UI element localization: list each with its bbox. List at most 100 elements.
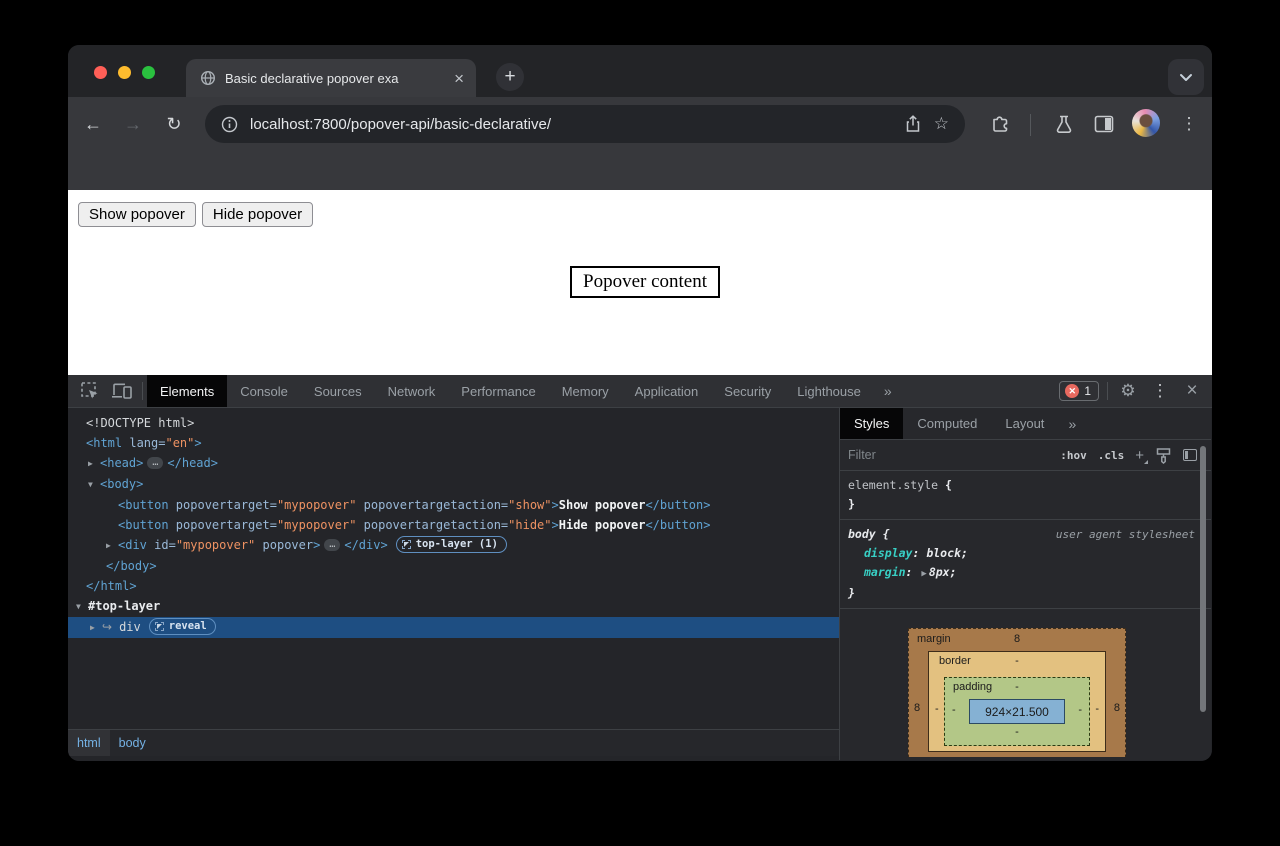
tab-memory[interactable]: Memory: [549, 375, 622, 407]
breadcrumb-html[interactable]: html: [68, 730, 110, 756]
site-info-icon[interactable]: [221, 116, 238, 133]
styles-filter-input[interactable]: Filter: [848, 448, 1049, 462]
dom-tree-line[interactable]: </body>: [68, 556, 839, 576]
tab-performance[interactable]: Performance: [448, 375, 548, 407]
devtools-toolbar: ElementsConsoleSourcesNetworkPerformance…: [68, 375, 1212, 408]
top-layer-badge[interactable]: top-layer (1): [396, 536, 507, 553]
inspect-element-icon[interactable]: [74, 375, 106, 407]
expand-property-icon[interactable]: ▶: [921, 569, 926, 579]
styles-tab-styles[interactable]: Styles: [840, 408, 903, 439]
dom-code-segment: id=: [147, 538, 176, 552]
page-buttons: Show popoverHide popover: [78, 202, 313, 227]
devtools-settings-icon[interactable]: ⚙: [1112, 375, 1144, 407]
style-rule-body[interactable]: user agent stylesheet body { display: bl…: [840, 520, 1211, 609]
collapse-arrow-icon[interactable]: ▼: [88, 475, 100, 495]
css-property[interactable]: display: block;: [848, 544, 1195, 563]
reveal-badge[interactable]: reveal: [149, 618, 216, 635]
tab-security[interactable]: Security: [711, 375, 784, 407]
dom-code-segment: "en": [165, 436, 194, 450]
more-panels-icon[interactable]: »: [874, 375, 902, 407]
console-error-badge[interactable]: ✕ 1: [1059, 381, 1099, 401]
rendering-brush-icon[interactable]: [1155, 447, 1172, 464]
dom-code-segment: "mypopover": [277, 498, 356, 512]
toggle-hover-state[interactable]: :hov: [1060, 449, 1087, 462]
collapsed-children-icon[interactable]: …: [147, 457, 163, 469]
share-icon[interactable]: [904, 114, 922, 134]
elements-tree-pane: <!DOCTYPE html><html lang="en">▶<head>…<…: [68, 408, 839, 760]
dom-tree-line[interactable]: ▶<div id="mypopover" popover>…</div>top-…: [68, 535, 839, 556]
dom-tree-line[interactable]: ▼<body>: [68, 474, 839, 495]
new-style-rule-icon[interactable]: +: [1135, 448, 1144, 463]
dom-tree-line[interactable]: <!DOCTYPE html>: [68, 413, 839, 433]
expand-arrow-icon[interactable]: ▶: [106, 536, 118, 556]
dom-tree-line[interactable]: ▶↪divreveal: [68, 617, 839, 638]
browser-toolbar: ← → ↻ localhost:7800/popover-api/basic-d…: [68, 97, 1212, 190]
tab-lighthouse[interactable]: Lighthouse: [784, 375, 874, 407]
tab-elements[interactable]: Elements: [147, 375, 227, 407]
url-text[interactable]: localhost:7800/popover-api/basic-declara…: [250, 116, 892, 133]
dom-code-segment: Show popover: [559, 498, 646, 512]
dom-tree-line[interactable]: <button popovertarget="mypopover" popove…: [68, 515, 839, 535]
tab-close-icon[interactable]: ×: [454, 70, 464, 87]
box-model-padding[interactable]: padding - - - - 924×21.500: [944, 677, 1090, 746]
tab-network[interactable]: Network: [375, 375, 449, 407]
show-popover-button[interactable]: Show popover: [78, 202, 196, 227]
dom-code-segment: <div: [118, 538, 147, 552]
collapse-arrow-icon[interactable]: ▼: [76, 597, 88, 617]
collapsed-children-icon[interactable]: …: [324, 539, 340, 551]
box-model-border[interactable]: border - - - padding - - - - 924×21.500: [928, 651, 1106, 752]
browser-menu-icon[interactable]: ⋮: [1176, 111, 1202, 137]
styles-sidebar: StylesComputedLayout» Filter :hov .cls +…: [839, 408, 1211, 760]
new-tab-button[interactable]: +: [496, 63, 524, 91]
dom-tree-line[interactable]: <button popovertarget="mypopover" popove…: [68, 495, 839, 515]
dom-code-segment: "show": [508, 498, 551, 512]
devtools-close-icon[interactable]: ×: [1176, 375, 1208, 407]
minimize-window-button[interactable]: [118, 66, 131, 79]
forward-button[interactable]: →: [120, 111, 146, 137]
toolbar-divider: [1030, 114, 1031, 136]
styles-tab-layout[interactable]: Layout: [991, 408, 1058, 439]
computed-sidebar-toggle-icon[interactable]: [1183, 449, 1197, 461]
tab-sources[interactable]: Sources: [301, 375, 375, 407]
devtools-menu-icon[interactable]: ⋮: [1144, 375, 1176, 407]
dom-tree-line[interactable]: ▼#top-layer: [68, 596, 839, 617]
extensions-icon[interactable]: [988, 111, 1014, 137]
tab-application[interactable]: Application: [622, 375, 712, 407]
expand-arrow-icon[interactable]: ▶: [90, 618, 102, 638]
expand-arrow-icon[interactable]: ▶: [88, 454, 100, 474]
dom-code-segment: #top-layer: [88, 599, 160, 613]
css-property[interactable]: margin: ▶8px;: [848, 563, 1195, 584]
dom-code-segment: <body>: [100, 477, 143, 491]
profile-avatar[interactable]: [1132, 109, 1160, 137]
side-panel-icon[interactable]: [1091, 111, 1117, 137]
box-model-diagram[interactable]: margin 8 8 8 border - - - padding -: [908, 628, 1126, 757]
dom-code-segment: "mypopover": [277, 518, 356, 532]
tab-search-button[interactable]: [1168, 59, 1204, 95]
styles-tab-computed[interactable]: Computed: [903, 408, 991, 439]
dom-tree-line[interactable]: ▶<head>…</head>: [68, 453, 839, 474]
device-toolbar-icon[interactable]: [106, 375, 138, 407]
bookmark-star-icon[interactable]: ☆: [934, 114, 949, 134]
hide-popover-button[interactable]: Hide popover: [202, 202, 313, 227]
dom-code-segment: "mypopover": [176, 538, 255, 552]
sidebar-scrollbar[interactable]: [1200, 446, 1206, 712]
style-rule-element[interactable]: element.style { }: [840, 471, 1211, 520]
reload-button[interactable]: ↻: [161, 111, 187, 137]
box-model-margin[interactable]: margin 8 8 8 border - - - padding -: [908, 628, 1126, 757]
close-window-button[interactable]: [94, 66, 107, 79]
breadcrumb-body[interactable]: body: [110, 730, 155, 756]
experiments-flask-icon[interactable]: [1051, 111, 1077, 137]
more-styles-tabs-icon[interactable]: »: [1058, 408, 1086, 439]
dom-code-segment: </div>: [344, 538, 387, 552]
maximize-window-button[interactable]: [142, 66, 155, 79]
tab-console[interactable]: Console: [227, 375, 301, 407]
toggle-class[interactable]: .cls: [1098, 449, 1125, 462]
dom-code-segment: </button>: [645, 518, 710, 532]
dom-tree-line[interactable]: </html>: [68, 576, 839, 596]
dom-tree-line[interactable]: <html lang="en">: [68, 433, 839, 453]
back-button[interactable]: ←: [80, 111, 106, 137]
dom-code-segment: "hide": [508, 518, 551, 532]
address-bar[interactable]: localhost:7800/popover-api/basic-declara…: [205, 105, 965, 143]
browser-tab[interactable]: Basic declarative popover exa ×: [186, 59, 476, 97]
box-model-content[interactable]: 924×21.500: [969, 699, 1065, 724]
